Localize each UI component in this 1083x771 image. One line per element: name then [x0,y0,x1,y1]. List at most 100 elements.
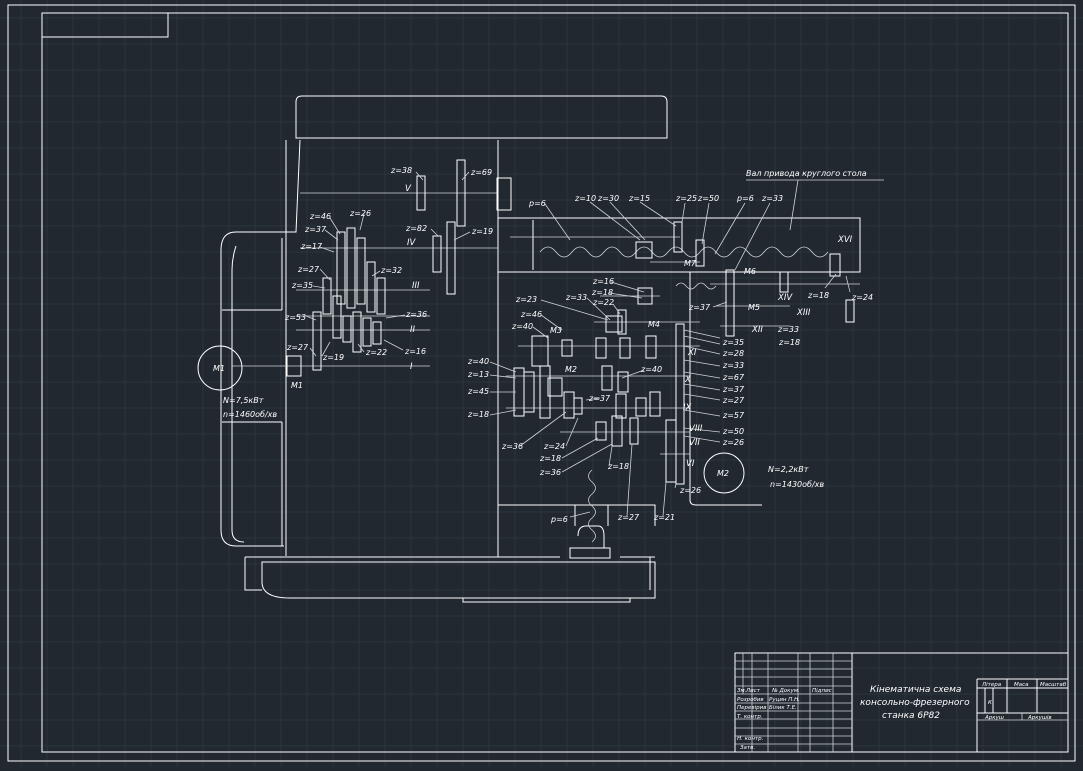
tb-header-doc: № Докум. [771,688,800,694]
shafts-right [506,236,860,455]
gear-label: z=26 [349,209,371,218]
gear-label: z=45 [467,387,489,396]
gear-label: z=33 [777,325,799,334]
gear-label: z=37 [304,225,327,234]
gear-label: z=26 [722,438,744,447]
round-table-shaft-annotation: Вал привода круглого стола [746,169,867,178]
gear-label: z=27 [297,265,320,274]
shaft-label-ix: IX [683,403,692,413]
gear-label: z=53 [284,313,306,322]
gear-label: z=50 [697,194,719,203]
gear-label: z=23 [515,295,537,304]
gear-label: z=19 [322,353,344,362]
tb-sheet-label: Аркуш [984,715,1004,721]
clutch-label-m2: M2 [565,365,577,374]
clutch-label-m3: M3 [550,326,562,335]
gear-label: z=25 [675,194,697,203]
gear-label: z=18 [539,454,561,463]
gear-label: z=46 [309,212,331,221]
gear-label: z=46 [520,310,542,319]
shaft-label-viii: VIII [689,424,703,434]
gear-label: z=40 [467,357,489,366]
gear-label: p=6 [528,199,546,208]
gear-label: z=57 [722,411,745,420]
motor-m1-label: M1 [213,364,225,373]
tb-mass-label: Маса [1014,682,1029,688]
tb-role-2: Т. контр. [737,714,763,720]
tb-title-line3: станка 6Р82 [882,711,940,721]
gear-label: z=15 [628,194,650,203]
gear-label: z=19 [471,227,493,236]
clutch-label-m1: M1 [291,381,303,390]
gear-label: z=40 [511,322,533,331]
motor-m1-speed: n=1460об/хв [223,410,277,419]
shaft-label-i: I [410,362,413,372]
gear-label: z=40 [640,365,662,374]
gear-label: z=67 [722,373,745,382]
motor-m2-speed: n=1430об/хв [770,480,824,489]
clutch-label-m5: M5 [748,303,760,312]
background-grid [0,0,1083,766]
tb-scale-label: Масштаб [1040,682,1067,688]
gear-label: z=36 [405,310,427,319]
gear-label: z=18 [591,288,613,297]
tb-role-5: Затв. [740,745,755,751]
kinematic-drawing: V IV III II I XVI XIV XIII XII XI X IX V… [0,0,1083,766]
gear-label: p=6 [736,194,754,203]
tb-role-0: Розробив [737,697,764,703]
tb-title-line1: Кінематична схема [870,685,961,695]
shaft-label-xi: XI [687,348,697,358]
gear-label: z=18 [607,462,629,471]
tb-litera-label: Літера [981,682,1002,688]
gear-label: z=18 [467,410,489,419]
gear-label: z=17 [300,242,323,251]
tb-title-line2: консольно-фрезерного [860,698,970,708]
shaft-label-xii: XII [751,325,763,335]
gear-label: z=27 [617,513,640,522]
gear-label: z=26 [679,486,701,495]
gear-label: z=16 [592,277,614,286]
shaft-label-x: X [684,375,691,385]
gear-label: z=37 [722,385,745,394]
top-left-stamp [41,12,169,38]
gear-label: z=30 [597,194,619,203]
clutch-label-m4: M4 [648,320,660,329]
clutch-label-m7: M7 [684,259,697,268]
gear-label: z=36 [501,442,523,451]
gear-label: z=37 [688,303,711,312]
gear-label: z=35 [291,281,313,290]
tb-role-1: Перевірив [737,705,766,711]
gear-label: z=38 [390,166,412,175]
shaft-label-xiii: XIII [796,308,811,318]
gear-label: z=32 [380,266,402,275]
gear-label: z=27 [286,343,309,352]
gear-label: z=28 [722,349,744,358]
gear-label: p=6 [550,515,568,524]
tb-name-1: Білик Т.Е. [769,705,797,711]
gear-label: z=36 [539,468,561,477]
motor-m2-label: M2 [717,469,729,478]
gear-label: z=37 [588,394,611,403]
tb-header-sign: Підпис [812,688,832,694]
shaft-label-xvi: XVI [837,235,853,245]
shaft-label-iv: IV [407,238,417,248]
motor-m1-power: N=7,5кВт [223,396,264,405]
shaft-label-iii: III [412,281,420,291]
gear-label: z=21 [653,513,675,522]
gear-label: z=22 [592,298,614,307]
gear-label: z=13 [467,370,489,379]
drawing-sheet: V IV III II I XVI XIV XIII XII XI X IX V… [0,0,1083,766]
shaft-label-xiv: XIV [777,293,793,303]
gear-label: z=82 [405,224,427,233]
gear-label: z=16 [404,347,426,356]
gear-label: z=27 [722,396,745,405]
tb-name-0: Руцин П.Н. [769,697,800,703]
gear-label: z=10 [574,194,596,203]
annotation-leader [746,179,884,231]
tb-header-list: Лист [745,688,761,694]
gear-label: z=69 [470,168,492,177]
motor-m2-power: N=2,2кВт [768,465,809,474]
gear-label: z=18 [807,291,829,300]
gear-label: z=22 [365,348,387,357]
gear-label: z=24 [851,293,873,302]
